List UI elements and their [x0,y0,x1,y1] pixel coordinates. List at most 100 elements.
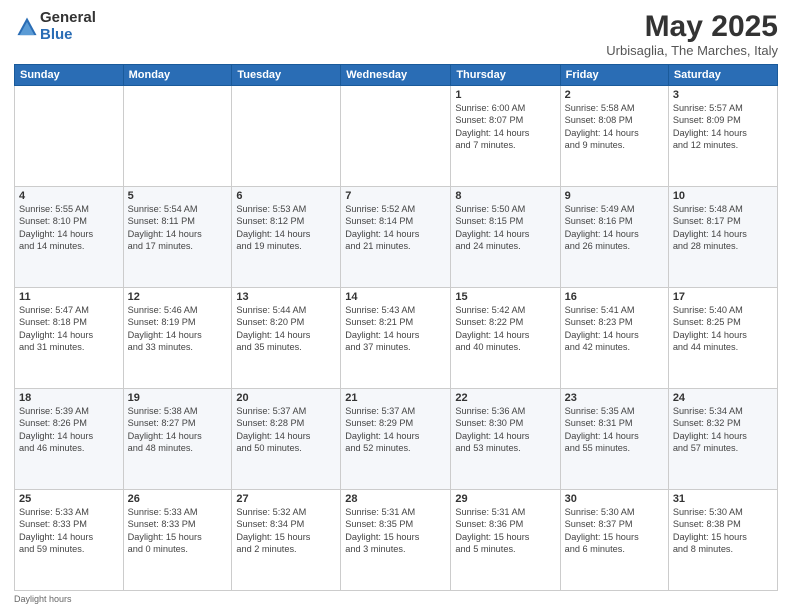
calendar-cell [15,86,124,187]
day-info: Sunrise: 5:34 AM Sunset: 8:32 PM Dayligh… [673,405,773,455]
day-number: 26 [128,493,228,505]
calendar-cell: 29Sunrise: 5:31 AM Sunset: 8:36 PM Dayli… [451,490,560,591]
calendar-cell: 18Sunrise: 5:39 AM Sunset: 8:26 PM Dayli… [15,389,124,490]
day-number: 1 [455,89,555,101]
calendar-cell: 15Sunrise: 5:42 AM Sunset: 8:22 PM Dayli… [451,288,560,389]
footer-note: Daylight hours [14,594,778,604]
day-info: Sunrise: 5:44 AM Sunset: 8:20 PM Dayligh… [236,304,336,354]
calendar-cell: 31Sunrise: 5:30 AM Sunset: 8:38 PM Dayli… [668,490,777,591]
day-number: 25 [19,493,119,505]
logo-blue-text: Blue [40,27,96,44]
day-number: 12 [128,291,228,303]
day-number: 30 [565,493,664,505]
day-info: Sunrise: 5:46 AM Sunset: 8:19 PM Dayligh… [128,304,228,354]
calendar-cell: 28Sunrise: 5:31 AM Sunset: 8:35 PM Dayli… [341,490,451,591]
day-info: Sunrise: 5:55 AM Sunset: 8:10 PM Dayligh… [19,203,119,253]
calendar-dow-monday: Monday [123,65,232,86]
calendar-week-2: 4Sunrise: 5:55 AM Sunset: 8:10 PM Daylig… [15,187,778,288]
day-number: 22 [455,392,555,404]
calendar-dow-thursday: Thursday [451,65,560,86]
day-number: 15 [455,291,555,303]
day-info: Sunrise: 6:00 AM Sunset: 8:07 PM Dayligh… [455,102,555,152]
day-number: 3 [673,89,773,101]
logo-text: General Blue [40,10,96,43]
day-number: 2 [565,89,664,101]
calendar-cell: 22Sunrise: 5:36 AM Sunset: 8:30 PM Dayli… [451,389,560,490]
logo: General Blue [14,10,96,43]
day-info: Sunrise: 5:47 AM Sunset: 8:18 PM Dayligh… [19,304,119,354]
day-number: 11 [19,291,119,303]
calendar-cell: 5Sunrise: 5:54 AM Sunset: 8:11 PM Daylig… [123,187,232,288]
calendar-week-4: 18Sunrise: 5:39 AM Sunset: 8:26 PM Dayli… [15,389,778,490]
day-number: 18 [19,392,119,404]
day-number: 16 [565,291,664,303]
day-number: 21 [345,392,446,404]
calendar-cell: 12Sunrise: 5:46 AM Sunset: 8:19 PM Dayli… [123,288,232,389]
calendar-cell: 1Sunrise: 6:00 AM Sunset: 8:07 PM Daylig… [451,86,560,187]
calendar-week-3: 11Sunrise: 5:47 AM Sunset: 8:18 PM Dayli… [15,288,778,389]
day-number: 20 [236,392,336,404]
day-info: Sunrise: 5:52 AM Sunset: 8:14 PM Dayligh… [345,203,446,253]
calendar-cell: 23Sunrise: 5:35 AM Sunset: 8:31 PM Dayli… [560,389,668,490]
day-number: 14 [345,291,446,303]
calendar-cell: 27Sunrise: 5:32 AM Sunset: 8:34 PM Dayli… [232,490,341,591]
day-info: Sunrise: 5:38 AM Sunset: 8:27 PM Dayligh… [128,405,228,455]
day-number: 23 [565,392,664,404]
calendar-cell: 11Sunrise: 5:47 AM Sunset: 8:18 PM Dayli… [15,288,124,389]
header: General Blue May 2025 Urbisaglia, The Ma… [14,10,778,58]
month-title: May 2025 [606,10,778,43]
calendar-week-1: 1Sunrise: 6:00 AM Sunset: 8:07 PM Daylig… [15,86,778,187]
day-info: Sunrise: 5:33 AM Sunset: 8:33 PM Dayligh… [128,506,228,556]
calendar-cell: 2Sunrise: 5:58 AM Sunset: 8:08 PM Daylig… [560,86,668,187]
day-number: 10 [673,190,773,202]
calendar-cell [232,86,341,187]
calendar-dow-sunday: Sunday [15,65,124,86]
day-info: Sunrise: 5:33 AM Sunset: 8:33 PM Dayligh… [19,506,119,556]
day-info: Sunrise: 5:36 AM Sunset: 8:30 PM Dayligh… [455,405,555,455]
day-info: Sunrise: 5:41 AM Sunset: 8:23 PM Dayligh… [565,304,664,354]
day-info: Sunrise: 5:58 AM Sunset: 8:08 PM Dayligh… [565,102,664,152]
calendar-cell: 8Sunrise: 5:50 AM Sunset: 8:15 PM Daylig… [451,187,560,288]
logo-icon [16,16,38,38]
day-number: 19 [128,392,228,404]
day-info: Sunrise: 5:40 AM Sunset: 8:25 PM Dayligh… [673,304,773,354]
calendar-cell: 10Sunrise: 5:48 AM Sunset: 8:17 PM Dayli… [668,187,777,288]
calendar-cell: 16Sunrise: 5:41 AM Sunset: 8:23 PM Dayli… [560,288,668,389]
day-number: 8 [455,190,555,202]
calendar-cell: 19Sunrise: 5:38 AM Sunset: 8:27 PM Dayli… [123,389,232,490]
day-number: 31 [673,493,773,505]
day-info: Sunrise: 5:31 AM Sunset: 8:35 PM Dayligh… [345,506,446,556]
calendar-dow-saturday: Saturday [668,65,777,86]
day-info: Sunrise: 5:50 AM Sunset: 8:15 PM Dayligh… [455,203,555,253]
day-info: Sunrise: 5:54 AM Sunset: 8:11 PM Dayligh… [128,203,228,253]
location: Urbisaglia, The Marches, Italy [606,43,778,58]
day-number: 13 [236,291,336,303]
day-info: Sunrise: 5:37 AM Sunset: 8:28 PM Dayligh… [236,405,336,455]
day-number: 27 [236,493,336,505]
day-number: 4 [19,190,119,202]
day-info: Sunrise: 5:49 AM Sunset: 8:16 PM Dayligh… [565,203,664,253]
day-number: 9 [565,190,664,202]
day-info: Sunrise: 5:39 AM Sunset: 8:26 PM Dayligh… [19,405,119,455]
day-info: Sunrise: 5:48 AM Sunset: 8:17 PM Dayligh… [673,203,773,253]
calendar-cell: 21Sunrise: 5:37 AM Sunset: 8:29 PM Dayli… [341,389,451,490]
day-number: 29 [455,493,555,505]
day-info: Sunrise: 5:37 AM Sunset: 8:29 PM Dayligh… [345,405,446,455]
day-number: 5 [128,190,228,202]
title-block: May 2025 Urbisaglia, The Marches, Italy [606,10,778,58]
calendar-cell: 17Sunrise: 5:40 AM Sunset: 8:25 PM Dayli… [668,288,777,389]
calendar-header-row: SundayMondayTuesdayWednesdayThursdayFrid… [15,65,778,86]
calendar-cell: 9Sunrise: 5:49 AM Sunset: 8:16 PM Daylig… [560,187,668,288]
calendar-cell [341,86,451,187]
calendar-cell: 7Sunrise: 5:52 AM Sunset: 8:14 PM Daylig… [341,187,451,288]
day-number: 24 [673,392,773,404]
day-number: 28 [345,493,446,505]
calendar-cell: 6Sunrise: 5:53 AM Sunset: 8:12 PM Daylig… [232,187,341,288]
calendar-cell: 30Sunrise: 5:30 AM Sunset: 8:37 PM Dayli… [560,490,668,591]
logo-general-text: General [40,10,96,27]
day-number: 7 [345,190,446,202]
calendar-week-5: 25Sunrise: 5:33 AM Sunset: 8:33 PM Dayli… [15,490,778,591]
calendar-cell [123,86,232,187]
day-number: 6 [236,190,336,202]
calendar-cell: 24Sunrise: 5:34 AM Sunset: 8:32 PM Dayli… [668,389,777,490]
